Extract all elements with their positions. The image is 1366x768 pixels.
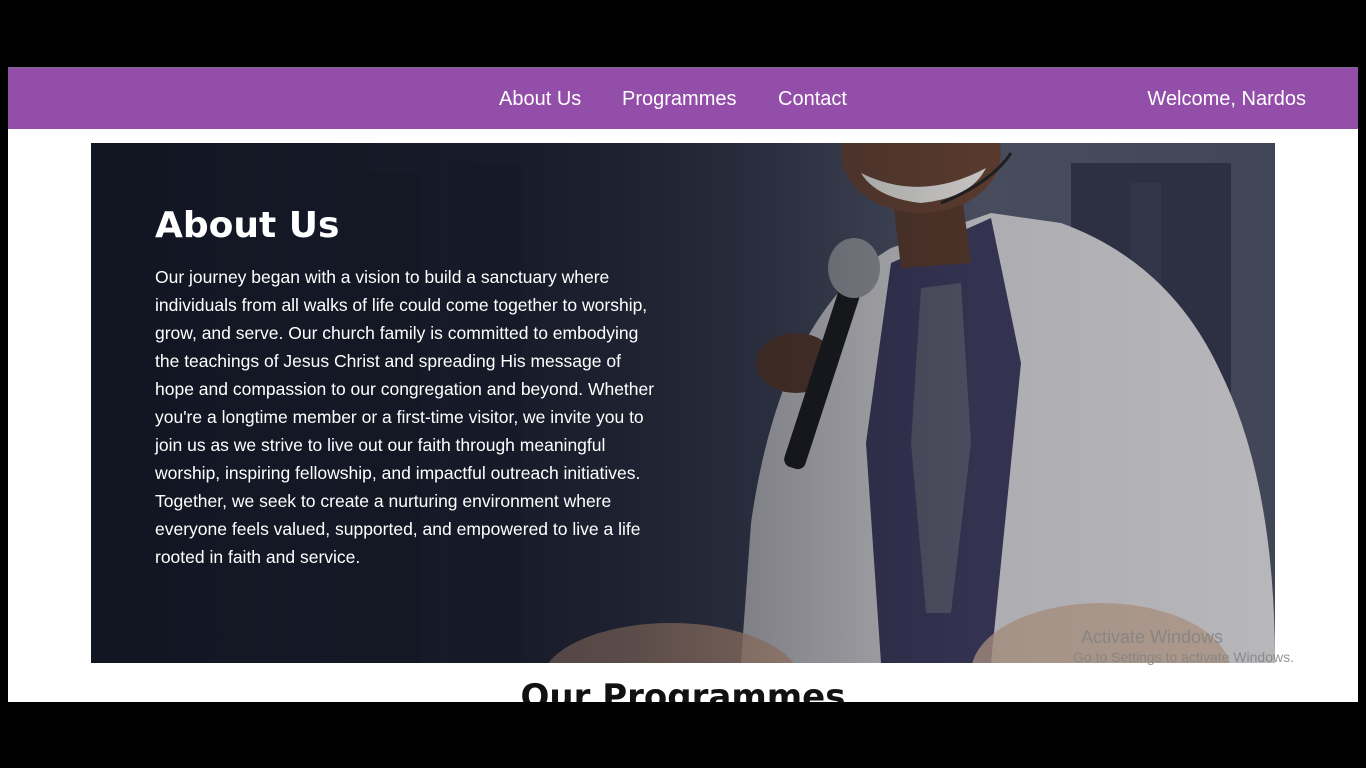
about-us-paragraph: Our journey began with a vision to build… <box>155 267 655 567</box>
windows-activation-watermark: Activate Windows Go to Settings to activ… <box>1073 626 1294 666</box>
nav-link-about-us[interactable]: About Us <box>499 88 581 111</box>
our-programmes-heading: Our Programmes <box>520 677 846 702</box>
about-us-hero: About Us Our journey began with a vision… <box>91 143 1275 663</box>
top-navbar: About Us Programmes Contact Welcome, Nar… <box>8 67 1358 129</box>
watermark-title: Activate Windows <box>1081 627 1224 647</box>
browser-viewport: About Us Programmes Contact Welcome, Nar… <box>8 67 1358 702</box>
about-us-heading: About Us <box>155 205 340 246</box>
welcome-user-text: Welcome, Nardos <box>1147 88 1306 110</box>
nav-link-programmes[interactable]: Programmes <box>622 88 736 111</box>
watermark-subtitle: Go to Settings to activate Windows. <box>1073 649 1294 665</box>
nav-link-contact[interactable]: Contact <box>778 88 847 111</box>
